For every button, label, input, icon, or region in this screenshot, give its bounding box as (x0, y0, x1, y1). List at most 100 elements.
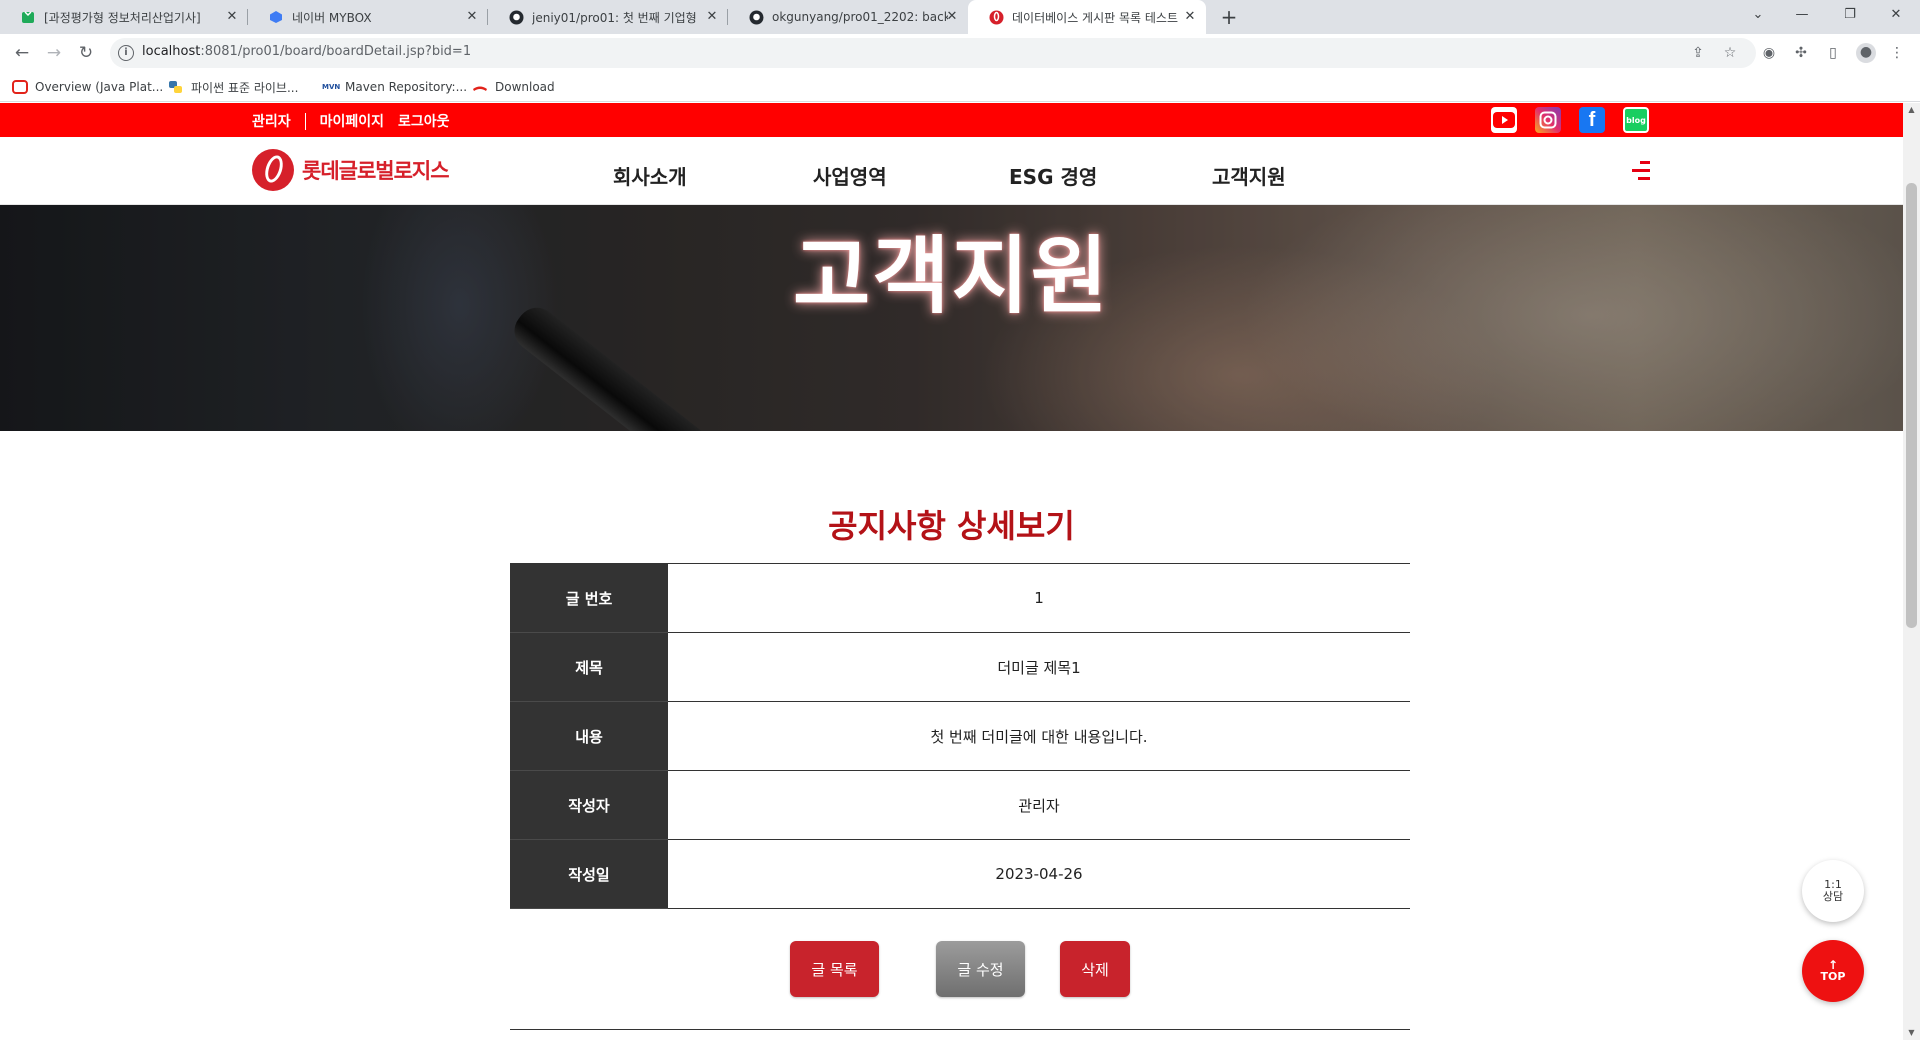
share-icon[interactable]: ⇪ (1690, 45, 1706, 61)
tab-title: [과정평가형 정보처리산업기사] (44, 10, 201, 25)
maven-icon: MVN (322, 83, 341, 91)
scroll-top-button[interactable]: ↑ TOP (1802, 940, 1864, 1002)
menu-kebab-icon[interactable]: ⋮ (1888, 44, 1906, 62)
logout-link[interactable]: 로그아웃 (398, 111, 450, 131)
row-label: 글 번호 (510, 563, 668, 633)
edit-button[interactable]: 글 수정 (936, 941, 1025, 997)
table-row: 작성일 2023-04-26 (510, 839, 1410, 909)
scroll-down-arrow-icon[interactable]: ▼ (1907, 1028, 1916, 1037)
tab-title: 네이버 MYBOX (292, 10, 372, 25)
consult-button[interactable]: 1:1 상담 (1802, 860, 1864, 922)
row-value: 2023-04-26 (668, 839, 1410, 909)
page-viewport: 관리자 마이페이지 로그아웃 f blog 롯데글로벌로지스 회사소개 사업영역 (0, 103, 1903, 1040)
mypage-link[interactable]: 마이페이지 (320, 111, 384, 131)
back-icon[interactable]: ← (10, 41, 34, 65)
row-label: 내용 (510, 701, 668, 771)
tab-1[interactable]: [과정평가형 정보처리산업기사] ✕ (0, 0, 248, 34)
profile-avatar-icon[interactable]: ● (1856, 43, 1876, 63)
tab-strip: [과정평가형 정보처리산업기사] ✕ 네이버 MYBOX ✕ jeniy01/p… (0, 0, 1920, 34)
close-tab-icon[interactable]: ✕ (704, 9, 720, 25)
bookmarks-bar: Overview (Java Plat... 파이썬 표준 라이브... MVN… (0, 72, 1920, 102)
new-tab-button[interactable]: + (1216, 4, 1242, 30)
delete-button[interactable]: 삭제 (1060, 941, 1130, 997)
github-icon (508, 9, 524, 25)
minimize-button[interactable]: — (1780, 0, 1824, 30)
hero-banner: 고객지원 (0, 205, 1903, 431)
row-value: 1 (668, 563, 1410, 633)
tab-title: jeniy01/pro01: 첫 번째 기업형 (532, 10, 697, 25)
row-label: 작성자 (510, 770, 668, 840)
page-title: 공지사항 상세보기 (828, 507, 1075, 545)
site-header: 롯데글로벌로지스 회사소개 사업영역 ESG 경영 고객지원 (0, 137, 1903, 205)
url-text[interactable]: localhost:8081/pro01/board/boardDetail.j… (142, 44, 471, 59)
nav-business[interactable]: 사업영역 (813, 161, 887, 190)
tab-4[interactable]: okgunyang/pro01_2202: backend ✕ (728, 0, 968, 34)
admin-link[interactable]: 관리자 (252, 111, 291, 131)
tab-title: okgunyang/pro01_2202: backend (772, 10, 948, 24)
reload-icon[interactable]: ↻ (74, 41, 98, 65)
close-tab-icon[interactable]: ✕ (1182, 9, 1198, 25)
mybox-icon (268, 9, 284, 25)
page-scrollbar[interactable]: ▲ ▼ (1903, 103, 1920, 1040)
top-utility-bar: 관리자 마이페이지 로그아웃 f blog (0, 103, 1903, 137)
row-label: 작성일 (510, 839, 668, 909)
youtube-icon[interactable] (1491, 107, 1517, 133)
row-value: 더미글 제목1 (668, 632, 1410, 702)
bookmark-item[interactable]: Overview (Java Plat... (12, 78, 163, 96)
bookmark-item[interactable]: MVN Maven Repository:... (322, 78, 467, 96)
divider (510, 1029, 1410, 1030)
lotte-logo-icon (252, 149, 294, 191)
tab-3[interactable]: jeniy01/pro01: 첫 번째 기업형 ✕ (488, 0, 728, 34)
extension-globe-icon[interactable]: ◉ (1760, 44, 1778, 62)
site-logo[interactable]: 롯데글로벌로지스 (252, 149, 450, 191)
facebook-icon[interactable]: f (1579, 107, 1605, 133)
nav-support[interactable]: 고객지원 (1212, 161, 1286, 190)
close-window-button[interactable]: ✕ (1874, 0, 1918, 30)
bookmark-label: Maven Repository:... (345, 80, 468, 94)
hero-title: 고객지원 (792, 227, 1111, 325)
utility-links: 관리자 마이페이지 로그아웃 (252, 111, 450, 131)
bookmark-label: Overview (Java Plat... (35, 80, 164, 94)
detail-table: 글 번호 1 제목 더미글 제목1 내용 첫 번째 더미글에 대한 내용입니다.… (510, 563, 1410, 909)
maximize-button[interactable]: ❐ (1828, 0, 1872, 30)
nav-esg[interactable]: ESG 경영 (1009, 161, 1097, 190)
close-tab-icon[interactable]: ✕ (464, 9, 480, 25)
row-label: 제목 (510, 632, 668, 702)
forward-icon[interactable]: → (42, 41, 66, 65)
close-tab-icon[interactable]: ✕ (944, 9, 960, 25)
url-path: :8081/pro01/board/boardDetail.jsp?bid=1 (200, 44, 472, 59)
github-icon (748, 9, 764, 25)
bookmark-item[interactable]: 파이썬 표준 라이브... (168, 78, 298, 96)
oracle-icon (12, 80, 28, 94)
close-tab-icon[interactable]: ✕ (224, 9, 240, 25)
bookmark-item[interactable]: Download (472, 78, 555, 96)
hamburger-menu-icon[interactable] (1632, 161, 1650, 181)
notebook-icon (20, 9, 36, 25)
consult-line2: 상담 (1822, 890, 1844, 903)
tab-title: 데이터베이스 게시판 목록 테스트 (1012, 10, 1179, 25)
row-value: 첫 번째 더미글에 대한 내용입니다. (668, 701, 1410, 771)
tab-2[interactable]: 네이버 MYBOX ✕ (248, 0, 488, 34)
list-button[interactable]: 글 목록 (790, 941, 879, 997)
bookmark-label: 파이썬 표준 라이브... (191, 80, 299, 95)
tab-5-active[interactable]: 데이터베이스 게시판 목록 테스트 ✕ (968, 0, 1206, 34)
scrollbar-thumb[interactable] (1906, 183, 1917, 628)
nav-company[interactable]: 회사소개 (613, 161, 687, 190)
table-row: 내용 첫 번째 더미글에 대한 내용입니다. (510, 701, 1410, 771)
logo-text: 롯데글로벌로지스 (302, 159, 450, 183)
top-label: TOP (1820, 969, 1846, 983)
download-icon (472, 80, 488, 94)
extensions-puzzle-icon[interactable]: ✣ (1792, 44, 1810, 62)
divider (304, 112, 306, 130)
site-info-icon[interactable]: i (118, 45, 134, 61)
instagram-icon[interactable] (1535, 107, 1561, 133)
browser-toolbar: ← → ↻ i localhost:8081/pro01/board/board… (0, 34, 1920, 72)
side-panel-icon[interactable]: ▯ (1824, 44, 1842, 62)
tab-search-icon[interactable]: ⌄ (1736, 0, 1780, 30)
scroll-up-arrow-icon[interactable]: ▲ (1907, 105, 1916, 114)
bookmark-star-icon[interactable]: ☆ (1722, 45, 1738, 61)
browser-window: [과정평가형 정보처리산업기사] ✕ 네이버 MYBOX ✕ jeniy01/p… (0, 0, 1920, 1040)
address-bar[interactable]: i localhost:8081/pro01/board/boardDetail… (110, 38, 1756, 68)
url-host: localhost (142, 44, 201, 59)
blog-icon[interactable]: blog (1623, 107, 1649, 133)
